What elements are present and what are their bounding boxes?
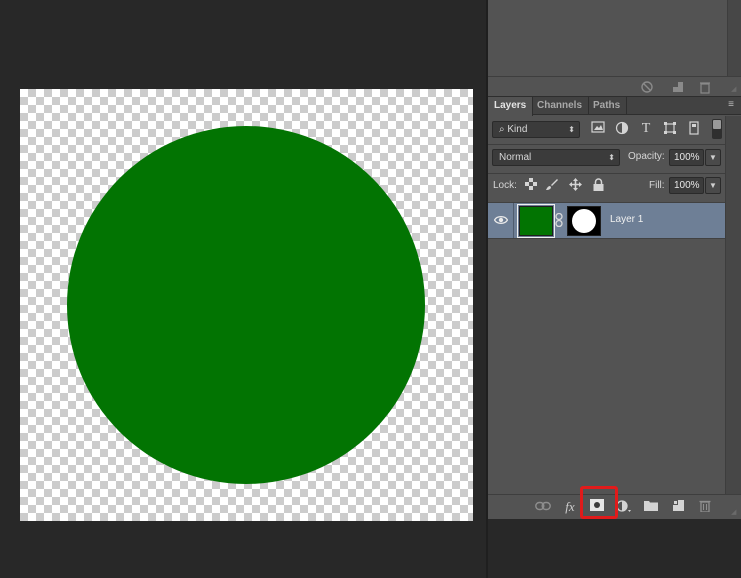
new-item-icon[interactable] [671,80,685,94]
opacity-dropdown-button[interactable]: ▼ [705,149,721,166]
prohibit-icon[interactable] [640,80,654,94]
filter-toggle-switch[interactable] [712,119,722,139]
layer-row[interactable]: Layer 1 [488,202,725,239]
updown-arrow-icon: ⬍ [568,125,575,134]
new-layer-icon[interactable] [670,499,686,515]
fill-dropdown-button[interactable]: ▼ [705,177,721,194]
lock-label: Lock: [493,180,517,191]
tab-channels[interactable]: Channels [531,97,590,115]
fill-label: Fill: [649,180,665,191]
layers-panel: Layers Channels Paths ≡ ⌕ Kind ⬍ T Norma… [488,96,741,519]
panel-menu-icon[interactable]: ≡ [725,99,737,111]
adjustment-filter-icon[interactable] [614,121,630,137]
updown-arrow-icon: ⬍ [608,153,615,162]
layer-mask-thumbnail[interactable] [567,206,601,236]
upper-panel-scrollbar[interactable] [727,0,741,76]
transparent-canvas[interactable] [20,89,473,521]
blend-row: Normal ⬍ Opacity: 100% ▼ [488,149,741,167]
upper-panel-footer: ◢ [488,76,741,96]
link-layers-icon[interactable] [535,499,551,515]
kind-filter-dropdown[interactable]: ⌕ Kind ⬍ [492,121,580,138]
layers-panel-tabs: Layers Channels Paths ≡ [488,97,741,116]
fx-icon[interactable]: fx [562,499,578,515]
opacity-label: Opacity: [628,151,665,162]
resize-grip-icon[interactable]: ◢ [731,509,739,517]
lock-pixels-brush-icon[interactable] [545,178,559,192]
separator [488,173,741,174]
delete-item-icon[interactable] [698,80,712,94]
mask-white-circle [572,209,596,233]
tab-layers[interactable]: Layers [488,97,534,116]
layers-scrollbar[interactable] [725,116,741,494]
layer-thumbnail[interactable] [517,204,555,238]
document-workspace[interactable] [0,0,486,578]
smart-object-filter-icon[interactable] [686,121,702,137]
lock-transparency-icon[interactable] [524,178,538,192]
opacity-input[interactable]: 100% [669,149,704,166]
tab-paths[interactable]: Paths [587,97,628,115]
type-filter-icon[interactable]: T [638,121,654,137]
kind-filter-label: Kind [507,124,528,135]
resize-grip-icon[interactable]: ◢ [731,86,739,94]
separator [488,144,741,145]
layer-name[interactable]: Layer 1 [610,214,643,225]
lock-all-padlock-icon[interactable] [591,178,605,192]
eye-icon [494,215,508,225]
blend-mode-dropdown[interactable]: Normal ⬍ [492,149,620,166]
shape-filter-icon[interactable] [662,121,678,137]
adjustment-layer-icon[interactable] [616,499,632,515]
lock-position-move-icon[interactable] [568,178,582,192]
visibility-toggle[interactable] [488,203,514,238]
filter-row: ⌕ Kind ⬍ T [488,119,741,139]
blend-mode-value: Normal [499,152,532,163]
green-circle-shape [67,126,425,484]
image-filter-icon[interactable] [590,121,606,137]
upper-panel [488,0,741,76]
new-group-icon[interactable] [643,499,659,515]
trash-icon[interactable] [697,499,713,515]
mask-link-chain-icon[interactable] [555,212,563,228]
lock-row: Lock: Fill: 100% ▼ [488,177,741,195]
add-mask-highlight-box [580,486,618,519]
fill-input[interactable]: 100% [669,177,704,194]
